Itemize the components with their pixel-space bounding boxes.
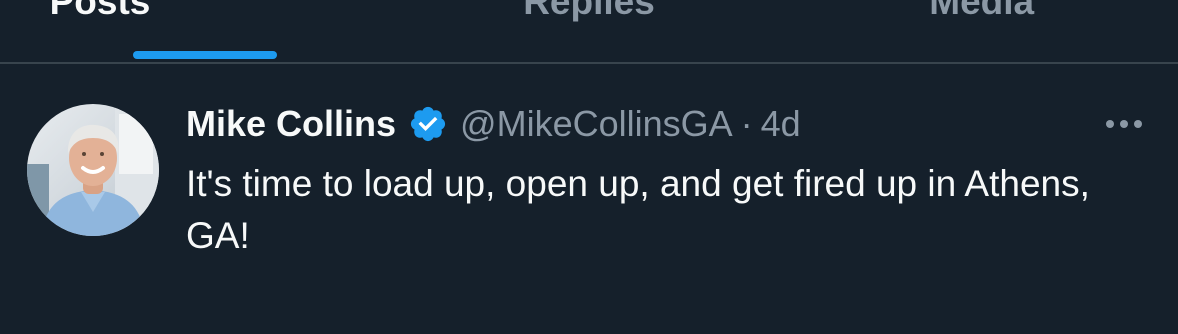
timestamp[interactable]: 4d	[761, 103, 801, 145]
tab-replies-label: Replies	[523, 0, 655, 22]
tab-media[interactable]: Media	[785, 0, 1178, 62]
display-name[interactable]: Mike Collins	[186, 103, 396, 145]
separator-dot: ·	[740, 103, 753, 144]
tweet-header: Mike Collins @MikeCollinsGA · 4d	[186, 100, 801, 148]
tab-media-label: Media	[929, 0, 1035, 22]
verified-badge-icon	[408, 104, 448, 144]
more-options-icon[interactable]	[1096, 110, 1152, 138]
tab-posts-label: Posts	[49, 0, 151, 22]
active-tab-indicator	[133, 51, 277, 59]
avatar[interactable]	[27, 104, 159, 236]
tab-replies[interactable]: Replies	[393, 0, 786, 62]
tweet[interactable]: Mike Collins @MikeCollinsGA · 4d It's ti…	[0, 64, 1178, 334]
tweet-text: It's time to load up, open up, and get f…	[186, 163, 1090, 256]
handle[interactable]: @MikeCollinsGA	[460, 103, 733, 145]
